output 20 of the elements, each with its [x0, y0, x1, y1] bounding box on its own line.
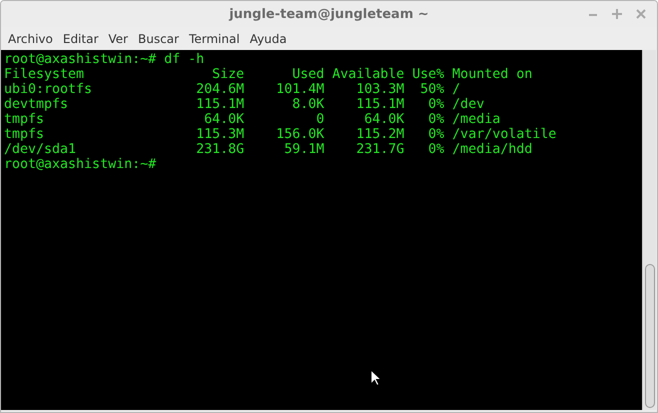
terminal-line: Filesystem Size Used Available Use% Mounted on — [4, 67, 534, 82]
terminal-line: root@axashistwin:~# df -h — [4, 52, 206, 67]
terminal-line: root@axashistwin:~# — [4, 157, 158, 172]
mouse-pointer-icon — [370, 369, 381, 386]
menu-item[interactable]: Ver — [103, 32, 133, 46]
scrollbar[interactable] — [642, 50, 656, 410]
terminal-line: /dev/sda1 231.8G 59.1M 231.7G 0% /media/hdd — [4, 142, 534, 157]
window-title: jungle-team@jungleteam ~ — [229, 6, 429, 22]
scrollbar-thumb[interactable] — [645, 264, 655, 408]
menu-item[interactable]: Editar — [58, 32, 104, 46]
menu-item[interactable]: Terminal — [184, 32, 245, 46]
close-icon[interactable] — [635, 8, 647, 20]
menu-item[interactable]: Archivo — [3, 32, 58, 46]
terminal-line: devtmpfs 115.1M 8.0K 115.1M 0% /dev — [4, 97, 486, 112]
terminal-line: tmpfs 64.0K 0 64.0K 0% /media — [4, 112, 502, 127]
terminal-line: ubi0:rootfs 204.6M 101.4M 103.3M 50% / — [4, 82, 462, 97]
menu-item[interactable]: Buscar — [132, 32, 184, 46]
maximize-icon[interactable] — [611, 8, 623, 20]
terminal-line: tmpfs 115.3M 156.0K 115.2M 0% /var/volatile — [4, 127, 558, 142]
menu-item[interactable]: Ayuda — [244, 32, 292, 46]
